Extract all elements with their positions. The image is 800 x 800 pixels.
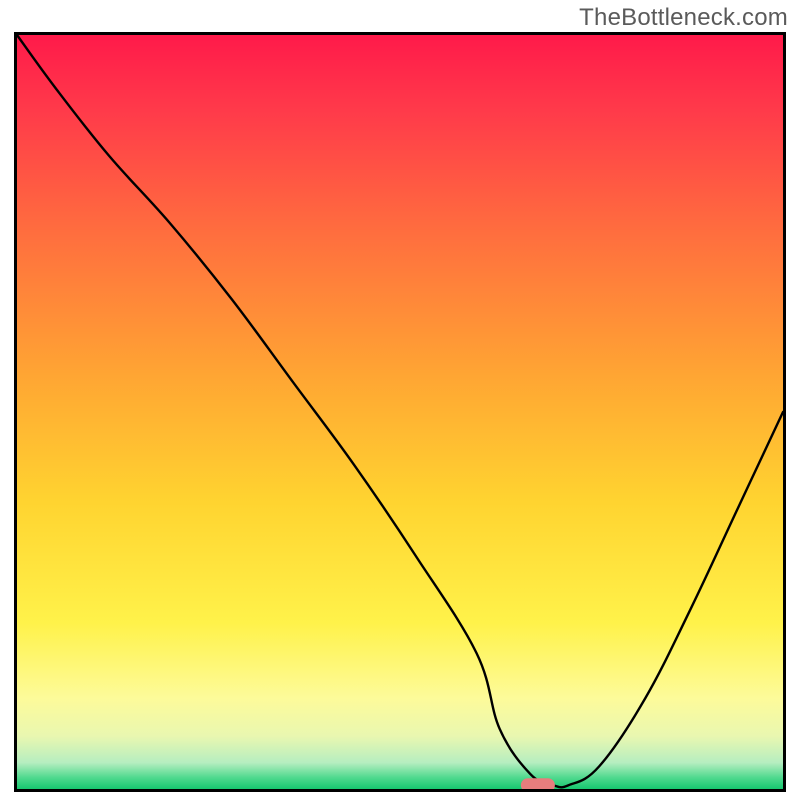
gradient-background xyxy=(17,35,783,789)
watermark-text: TheBottleneck.com xyxy=(579,4,788,32)
bottleneck-chart xyxy=(14,32,786,792)
plot-area xyxy=(14,32,786,792)
chart-container: TheBottleneck.com xyxy=(0,0,800,800)
